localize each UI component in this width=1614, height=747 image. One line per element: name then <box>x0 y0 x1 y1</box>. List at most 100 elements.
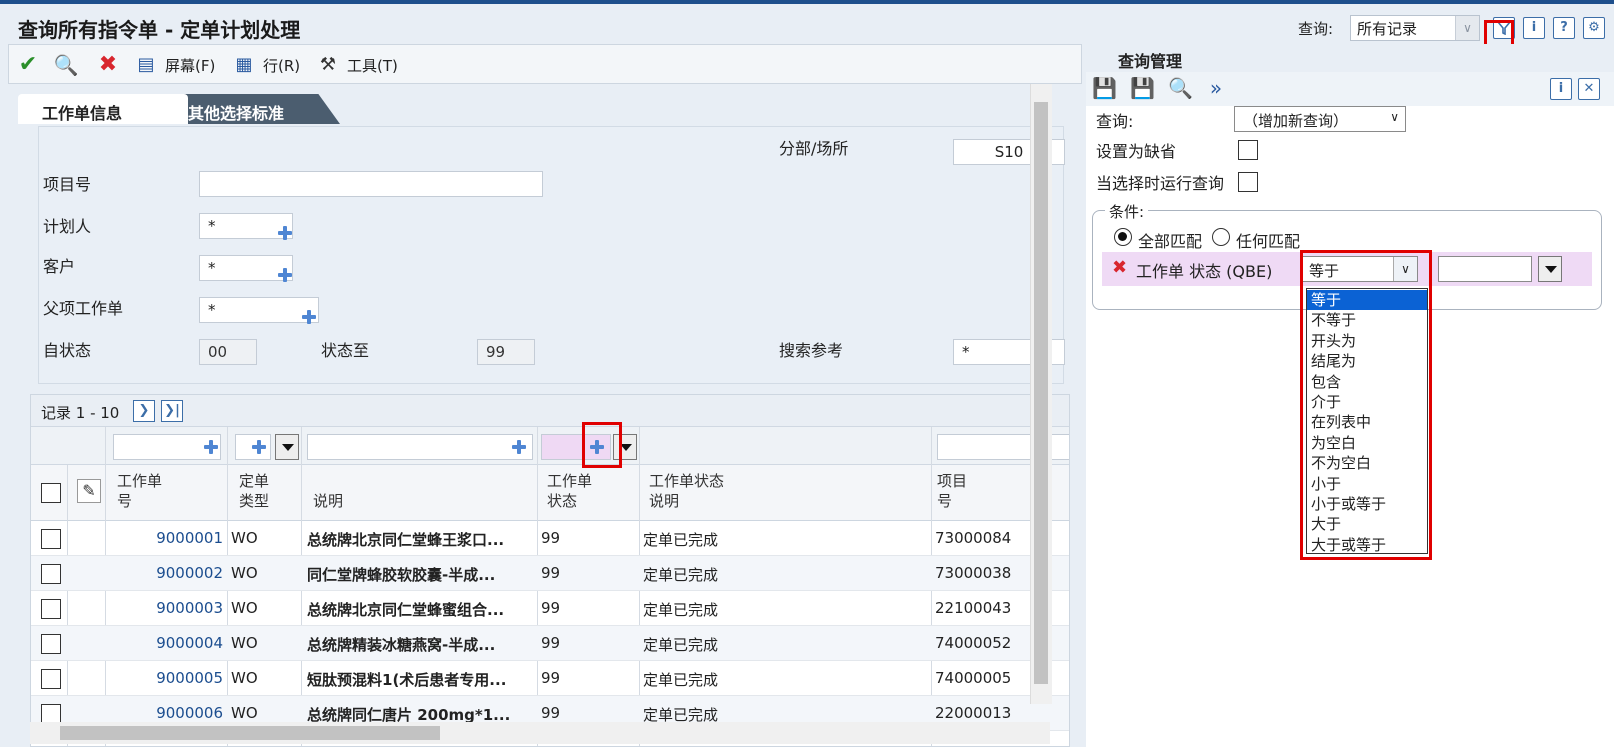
personalize-icon[interactable]: ⚙ <box>1583 17 1605 39</box>
match-all-radio[interactable] <box>1114 228 1132 246</box>
col-header-order-type[interactable]: 定单 类型 <box>239 471 269 511</box>
operator-option[interactable]: 大于 <box>1307 514 1427 534</box>
select-all-checkbox[interactable] <box>41 483 61 503</box>
operator-option[interactable]: 不等于 <box>1307 310 1427 330</box>
run-on-select-checkbox[interactable] <box>1238 172 1258 192</box>
operator-option[interactable]: 介于 <box>1307 392 1427 412</box>
qbe-order-type-search-icon[interactable] <box>251 439 267 455</box>
col-header-item-number[interactable]: 项目 号 <box>937 471 967 511</box>
planner-search-icon[interactable] <box>277 225 293 241</box>
table-row[interactable]: 9000005 WO 短肽预混料1(术后患者专用... 99 定单已完成 74000005 <box>31 661 1069 696</box>
cell-wo-number[interactable]: 9000002 <box>111 564 223 582</box>
row-checkbox[interactable] <box>41 529 61 549</box>
row-checkbox[interactable] <box>41 599 61 619</box>
qm-query-select[interactable]: （增加新查询） ∨ <box>1234 106 1406 132</box>
cell-wo-number[interactable]: 9000001 <box>111 529 223 547</box>
planner-label: 计划人 <box>43 217 92 236</box>
row-checkbox[interactable] <box>41 704 61 724</box>
edit-row-icon[interactable]: ✎ <box>77 479 101 503</box>
search-icon: 🔍 <box>53 53 79 77</box>
qbe-description[interactable] <box>307 434 533 460</box>
qbe-order-type-dropdown[interactable] <box>275 434 299 460</box>
col-header-description[interactable]: 说明 <box>313 491 343 511</box>
save-icon[interactable]: 💾 <box>1092 76 1117 100</box>
filter-icon[interactable] <box>1493 17 1515 39</box>
operator-option[interactable]: 不为空白 <box>1307 453 1427 473</box>
grid-row-icon: ▦ <box>235 54 253 75</box>
condition-field-label: 工作单 状态 (QBE) <box>1136 262 1273 281</box>
col-header-status-desc[interactable]: 工作单状态 说明 <box>649 471 724 511</box>
criteria-form: 分部/场所 S10 项目号 计划人 * 客户 * 父项工作单 * 自状态 00 … <box>38 126 1065 384</box>
qbe-wo-status-search-icon[interactable] <box>589 439 605 455</box>
panel-close-icon[interactable]: ✕ <box>1578 78 1600 100</box>
operator-option[interactable]: 等于 <box>1307 290 1427 310</box>
row-checkbox[interactable] <box>41 564 61 584</box>
table-row[interactable]: 9000004 WO 总统牌精装冰糖燕窝-半成... 99 定单已完成 74000052 <box>31 626 1069 661</box>
cell-wo-number[interactable]: 9000003 <box>111 599 223 617</box>
cell-wo-status: 99 <box>541 669 561 687</box>
operator-option[interactable]: 大于或等于 <box>1307 535 1427 555</box>
item-input[interactable] <box>199 171 543 197</box>
search-ref-label: 搜索参考 <box>779 341 844 360</box>
operator-option[interactable]: 结尾为 <box>1307 351 1427 371</box>
qbe-wo-number-search-icon[interactable] <box>203 439 219 455</box>
operator-option[interactable]: 为空白 <box>1307 433 1427 453</box>
match-any-radio[interactable] <box>1212 228 1230 246</box>
vertical-scroll-thumb[interactable] <box>1034 102 1048 684</box>
find-button[interactable]: 🔍 <box>53 51 85 79</box>
help-icon[interactable]: ? <box>1553 17 1575 39</box>
cell-order-type: WO <box>231 669 258 687</box>
operator-option[interactable]: 开头为 <box>1307 331 1427 351</box>
cell-wo-number[interactable]: 9000005 <box>111 669 223 687</box>
set-default-checkbox[interactable] <box>1238 140 1258 160</box>
operator-select[interactable]: 等于 ∨ <box>1300 256 1418 282</box>
tab-work-order-info[interactable]: 工作单信息 <box>18 94 188 124</box>
horizontal-scroll-thumb[interactable] <box>60 726 440 740</box>
row-checkbox[interactable] <box>41 669 61 689</box>
from-status-input[interactable]: 00 <box>199 339 257 365</box>
row-checkbox[interactable] <box>41 634 61 654</box>
table-row[interactable]: 9000002 WO 同仁堂牌蜂胶软胶囊-半成... 99 定单已完成 73000038 <box>31 556 1069 591</box>
close-button[interactable]: ✖ <box>95 51 127 79</box>
info-icon[interactable]: i <box>1523 17 1545 39</box>
qm-query-select-value: （增加新查询） <box>1243 112 1349 130</box>
vertical-scrollbar[interactable] <box>1030 84 1052 704</box>
horizontal-scrollbar[interactable] <box>30 722 1050 744</box>
operator-option[interactable]: 包含 <box>1307 372 1427 392</box>
condition-value-input[interactable] <box>1438 256 1532 282</box>
save-as-icon[interactable]: 💾 <box>1130 76 1155 100</box>
tools-menu-button[interactable]: ⚒ 工具(T) <box>315 51 398 79</box>
next-page-icon[interactable]: ❯ <box>133 400 155 422</box>
cell-wo-number[interactable]: 9000006 <box>111 704 223 722</box>
last-page-icon[interactable]: ❯| <box>161 400 183 422</box>
parent-wo-search-icon[interactable] <box>301 309 317 325</box>
operator-option[interactable]: 在列表中 <box>1307 412 1427 432</box>
to-status-input[interactable]: 99 <box>477 339 535 365</box>
panel-info-icon[interactable]: i <box>1550 78 1572 100</box>
query-select[interactable]: 所有记录 ∨ <box>1350 15 1480 41</box>
col-header-wo-number[interactable]: 工作单 号 <box>117 471 162 511</box>
table-row[interactable]: 9000001 WO 总统牌北京同仁堂蜂王浆口... 99 定单已完成 73000084 <box>31 521 1069 556</box>
operator-option[interactable]: 小于 <box>1307 474 1427 494</box>
qbe-description-search-icon[interactable] <box>511 439 527 455</box>
cell-item-number: 22000013 <box>935 704 1012 722</box>
col-header-wo-status[interactable]: 工作单 状态 <box>547 471 592 511</box>
qbe-wo-status-dropdown[interactable] <box>613 434 637 460</box>
cell-description: 同仁堂牌蜂胶软胶囊-半成... <box>307 566 496 584</box>
table-row[interactable]: 9000003 WO 总统牌北京同仁堂蜂蜜组合... 99 定单已完成 22100043 <box>31 591 1069 626</box>
condition-value-dropdown[interactable] <box>1538 256 1562 282</box>
query-label: 查询: <box>1298 20 1334 38</box>
cell-wo-number[interactable]: 9000004 <box>111 634 223 652</box>
remove-condition-icon[interactable]: ✖ <box>1112 257 1127 278</box>
customer-search-icon[interactable] <box>277 267 293 283</box>
row-menu-button[interactable]: ▦ 行(R) <box>231 51 300 79</box>
ok-button[interactable]: ✔ <box>15 51 47 79</box>
preview-icon[interactable]: 🔍 <box>1168 76 1193 100</box>
screen-menu-label: 屏幕(F) <box>165 56 216 75</box>
tools-menu-label: 工具(T) <box>347 56 398 75</box>
run-query-icon[interactable]: » <box>1204 76 1228 100</box>
screen-menu-button[interactable]: ▤ 屏幕(F) <box>133 51 215 79</box>
operator-select-value: 等于 <box>1309 262 1340 280</box>
application-window: 查询所有指令单 - 定单计划处理 查询: 所有记录 ∨ i ? ⚙ ✔ 🔍 ✖ … <box>0 0 1614 747</box>
operator-option[interactable]: 小于或等于 <box>1307 494 1427 514</box>
